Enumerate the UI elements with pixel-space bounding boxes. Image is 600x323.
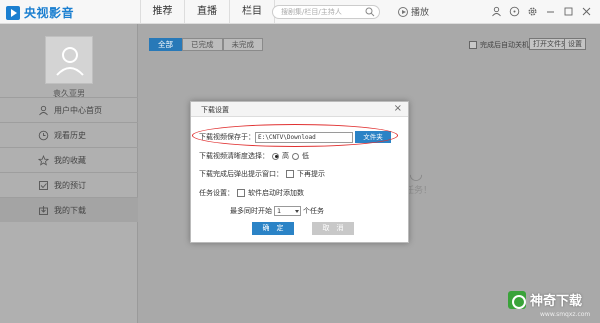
- download-tabs: 全部 已完成 未完成: [149, 38, 263, 51]
- highlight-annotation: [192, 124, 398, 147]
- search-icon[interactable]: [365, 7, 375, 17]
- watermark-url: www.smqxz.com: [540, 311, 591, 318]
- quality-row: 下载视频清晰度选择： 高 低: [191, 151, 410, 161]
- popup-label: 下载完成后弹出提示窗口：: [199, 170, 283, 178]
- empty-state-icon: ◡: [409, 164, 423, 183]
- window-controls: [491, 6, 592, 17]
- sidebar-item-label: 观看历史: [54, 130, 86, 140]
- star-icon: [38, 155, 49, 166]
- dialog-title: 下载设置: [201, 106, 229, 114]
- top-bar: 央视影音 推荐 直播 栏目 搜剧集/栏目/主持人 播放: [0, 0, 600, 24]
- download-settings-dialog: 下载设置 × 下载视频保存于： 文件夹 下载视频清晰度选择： 高 低 下载完成后…: [190, 101, 409, 243]
- watermark-brand: 神奇下载: [530, 294, 583, 309]
- settings-button[interactable]: 设置: [564, 38, 586, 50]
- close-icon[interactable]: ×: [394, 103, 402, 115]
- watermark-logo-icon: [508, 290, 526, 309]
- sidebar-item-downloads[interactable]: 我的下载: [0, 197, 138, 222]
- sidebar-item-label: 我的收藏: [54, 155, 86, 165]
- ok-button[interactable]: 确 定: [252, 222, 294, 235]
- tab-incomplete[interactable]: 未完成: [222, 38, 263, 51]
- main-nav: 推荐 直播 栏目: [140, 0, 275, 24]
- nav-item-recommend[interactable]: 推荐: [140, 0, 185, 24]
- sidebar-item-label: 我的下载: [54, 205, 86, 215]
- quality-high-radio[interactable]: [272, 152, 279, 160]
- maximize-icon[interactable]: [563, 6, 574, 17]
- clock-icon: [38, 130, 49, 141]
- sidebar-item-reservations[interactable]: 我的预订: [0, 172, 138, 197]
- play-icon: [398, 6, 408, 17]
- quality-low-radio[interactable]: [292, 152, 299, 160]
- sidebar-item-label: 我的预订: [54, 180, 86, 190]
- watermark: 神奇下载: [508, 290, 582, 309]
- quality-high-label: 高: [282, 152, 289, 160]
- concurrent-row: 最多同时开始 1 个任务: [191, 206, 410, 216]
- auto-add-checkbox[interactable]: [237, 189, 245, 197]
- popup-row: 下载完成后弹出提示窗口： 下再提示: [191, 169, 410, 179]
- checkbox-icon: [39, 181, 48, 190]
- play-button[interactable]: 播放: [398, 5, 429, 18]
- app-name: 央视影音: [24, 6, 75, 20]
- auto-shutdown-label: 完成后自动关机: [480, 41, 529, 49]
- task-label: 任务设置：: [199, 189, 234, 197]
- sidebar-item-user-center[interactable]: 用户中心首页: [0, 97, 138, 122]
- popup-option-label: 下再提示: [297, 170, 325, 178]
- dialog-title-bar: 下载设置 ×: [191, 102, 408, 117]
- chevron-down-icon: [295, 210, 299, 213]
- sidebar-menu: 用户中心首页 观看历史 我的收藏 我的预订 我的下载: [0, 97, 138, 222]
- sidebar-item-label: 用户中心首页: [54, 105, 102, 115]
- app-logo[interactable]: 央视影音: [6, 4, 74, 21]
- quality-label: 下载视频清晰度选择：: [199, 152, 269, 160]
- concurrent-suffix: 个任务: [303, 207, 324, 215]
- search-placeholder: 搜剧集/栏目/主持人: [281, 8, 342, 16]
- user-icon[interactable]: [491, 6, 502, 17]
- auto-shutdown-option[interactable]: 完成后自动关机: [469, 40, 529, 50]
- cancel-button[interactable]: 取 消: [312, 222, 354, 235]
- sidebar-item-favorites[interactable]: 我的收藏: [0, 147, 138, 172]
- play-label: 播放: [411, 8, 430, 18]
- user-icon: [39, 105, 48, 116]
- sidebar: 袁久亚男 用户中心首页 观看历史 我的收藏 我的预订 我的下载: [0, 24, 138, 323]
- tab-all[interactable]: 全部: [149, 38, 182, 51]
- download-icon: [39, 206, 48, 215]
- minimize-icon[interactable]: [545, 6, 556, 17]
- tab-completed[interactable]: 已完成: [182, 38, 223, 51]
- avatar-icon: [56, 47, 84, 76]
- concurrent-value: 1: [277, 207, 282, 215]
- nav-item-live[interactable]: 直播: [185, 0, 230, 24]
- close-icon[interactable]: [581, 6, 592, 17]
- auto-add-label: 软件启动时添加数: [248, 189, 304, 197]
- logo-icon: [6, 5, 20, 20]
- message-icon[interactable]: [509, 6, 520, 17]
- task-row: 任务设置： 软件启动时添加数: [191, 188, 410, 198]
- sidebar-item-history[interactable]: 观看历史: [0, 122, 138, 147]
- avatar[interactable]: [45, 36, 93, 84]
- gear-icon[interactable]: [527, 6, 538, 17]
- quality-low-label: 低: [302, 152, 309, 160]
- concurrent-select[interactable]: 1: [274, 206, 301, 216]
- popup-checkbox[interactable]: [286, 170, 294, 178]
- auto-shutdown-checkbox[interactable]: [469, 41, 477, 49]
- nav-item-columns[interactable]: 栏目: [230, 0, 275, 24]
- concurrent-prefix: 最多同时开始: [230, 207, 272, 215]
- search-input[interactable]: 搜剧集/栏目/主持人: [272, 5, 380, 19]
